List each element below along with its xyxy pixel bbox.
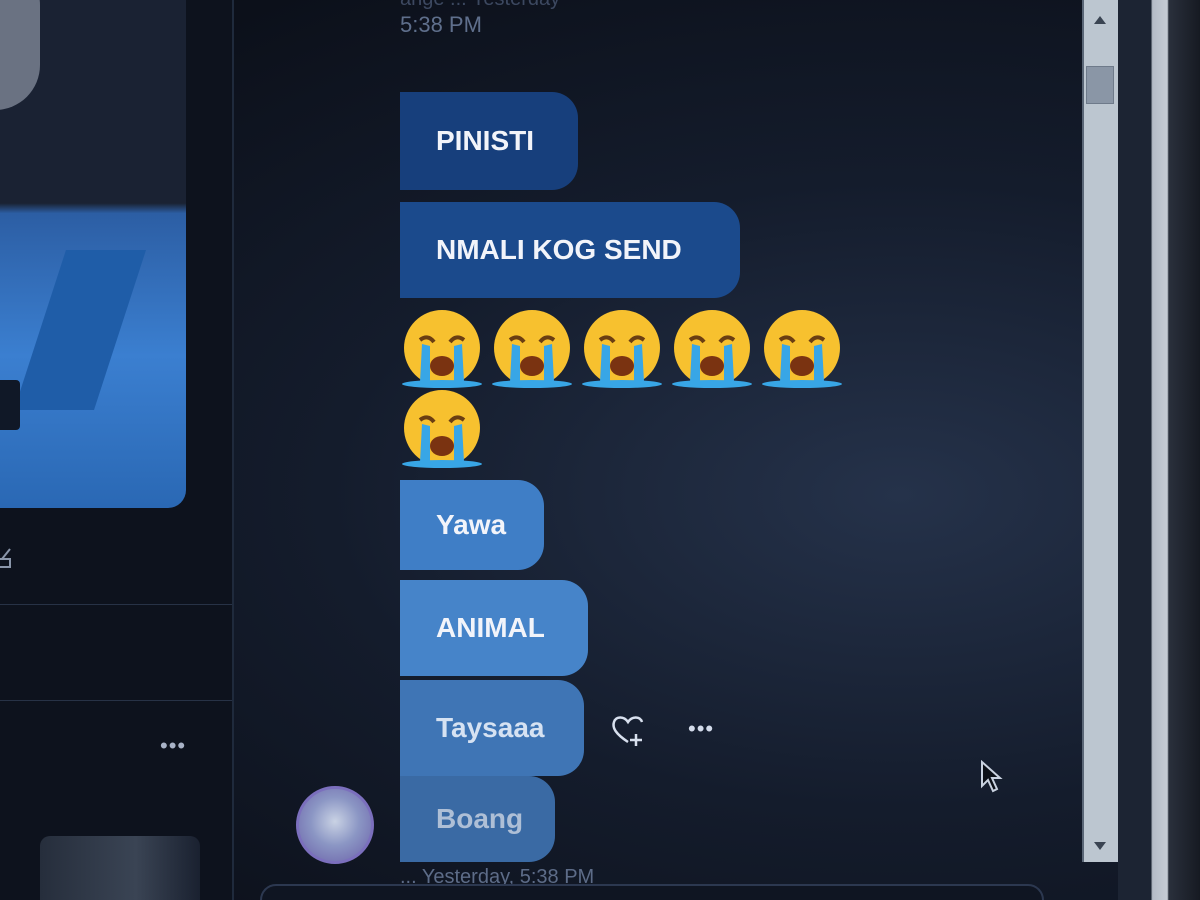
message-text: ANIMAL (436, 612, 545, 643)
scrollbar[interactable] (1082, 0, 1120, 862)
profile-image[interactable] (0, 0, 186, 508)
message-meta-faded: ange ... Yesterday (400, 0, 560, 11)
message-bubble[interactable]: Taysaaa (400, 680, 584, 776)
message-bubble[interactable]: ANIMAL (400, 580, 588, 676)
loudly-crying-face-emoji (402, 310, 482, 388)
loudly-crying-face-emoji (762, 310, 842, 388)
left-panel: ••• (0, 0, 232, 900)
divider (0, 604, 232, 605)
message-text: NMALI KOG SEND (436, 234, 682, 265)
message-bubble[interactable]: Yawa (400, 480, 544, 570)
heart-plus-icon[interactable] (610, 712, 646, 748)
loudly-crying-face-emoji (402, 390, 482, 468)
message-text: Taysaaa (436, 712, 545, 743)
emoji-message-row[interactable] (400, 310, 844, 392)
profile-strap-shape (0, 380, 20, 430)
loudly-crying-face-emoji (582, 310, 662, 388)
screen: ••• ange ... Yesterday 5:38 PM PINISTI N… (0, 0, 1200, 900)
divider (0, 700, 232, 701)
message-bubble[interactable]: PINISTI (400, 92, 578, 190)
profile-collar-shape (14, 250, 146, 410)
loudly-crying-face-emoji (672, 310, 752, 388)
panel-divider (232, 0, 234, 900)
more-options-icon[interactable]: ••• (688, 716, 714, 742)
message-composer[interactable] (260, 884, 1044, 900)
message-text: PINISTI (436, 125, 535, 156)
share-icon[interactable] (0, 545, 16, 569)
message-text: Boang (436, 803, 524, 834)
more-options-icon[interactable]: ••• (160, 735, 194, 757)
scrollbar-thumb[interactable] (1086, 66, 1114, 104)
message-bubble[interactable]: Boang (400, 776, 555, 862)
thumbnail-image[interactable] (40, 836, 200, 900)
monitor-bezel (1118, 0, 1200, 900)
message-timestamp: 5:38 PM (400, 12, 482, 37)
scroll-down-icon[interactable] (1090, 836, 1110, 856)
emoji-message-row[interactable] (400, 390, 484, 472)
chat-thread: ange ... Yesterday 5:38 PM PINISTI NMALI… (260, 0, 1060, 900)
mouse-cursor-icon (981, 760, 1003, 793)
avatar[interactable] (296, 786, 374, 864)
scroll-up-icon[interactable] (1090, 10, 1110, 30)
loudly-crying-face-emoji (492, 310, 572, 388)
message-bubble[interactable]: NMALI KOG SEND (400, 202, 740, 298)
profile-head-shape (0, 0, 40, 110)
message-text: Yawa (436, 509, 507, 540)
